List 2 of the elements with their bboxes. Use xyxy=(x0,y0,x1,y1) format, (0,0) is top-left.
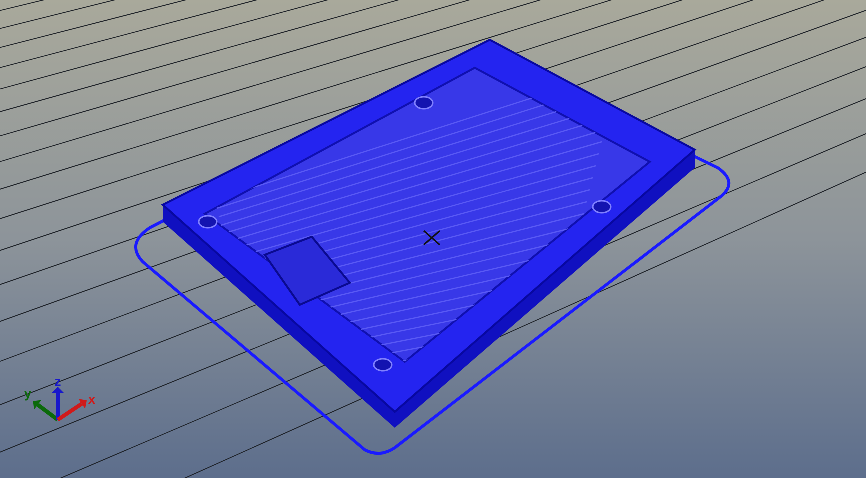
crosshair-icon xyxy=(423,230,441,246)
axis-label: x xyxy=(88,392,96,407)
